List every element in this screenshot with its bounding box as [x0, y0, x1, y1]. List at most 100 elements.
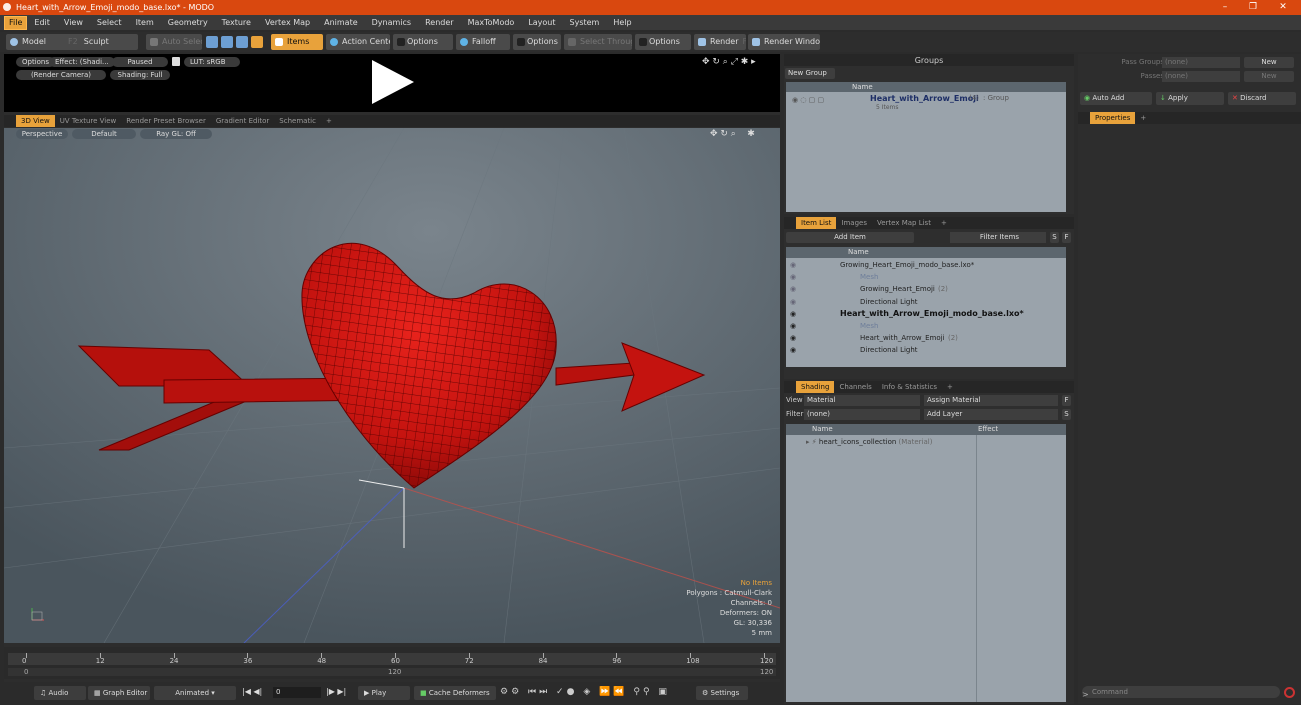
add-item-dropdown[interactable]: Add Item — [786, 232, 914, 243]
filter-f-button[interactable]: F — [1062, 232, 1071, 243]
items-mode-button[interactable]: Items — [271, 34, 323, 50]
shading-dropdown[interactable]: Shading: Full — [110, 70, 170, 80]
item-row[interactable]: ◉ Growing_Heart_Emoji (2) — [786, 283, 1066, 295]
visibility-eye-icon[interactable]: ◉ — [790, 332, 796, 344]
scene-row[interactable]: ◉ Heart_with_Arrow_Emoji_modo_base.lxo* — [786, 308, 1066, 320]
visibility-eye-icon[interactable]: ◉ — [790, 296, 796, 308]
item-row[interactable]: ◉ Heart_with_Arrow_Emoji (2) — [786, 332, 1066, 344]
menu-system[interactable]: System — [563, 15, 607, 30]
new-group-button[interactable]: New Group — [785, 68, 835, 79]
item-row[interactable]: ◉ Mesh — [786, 320, 1066, 332]
render-camera-dropdown[interactable]: (Render Camera) — [16, 70, 106, 80]
render-button[interactable]: RenderF9 — [694, 34, 746, 50]
item-row[interactable]: ◉ Mesh — [786, 271, 1066, 283]
add-layer-dropdown[interactable]: Add Layer — [924, 409, 1058, 420]
menu-layout[interactable]: Layout — [521, 15, 562, 30]
preview-paused-button[interactable]: Paused — [112, 57, 168, 67]
audio-button[interactable]: ♫ Audio — [34, 686, 86, 700]
falloff-options-button[interactable]: Options — [513, 34, 561, 50]
passes-dropdown[interactable]: (none) — [1162, 71, 1240, 82]
vertex-mode-icon[interactable] — [206, 36, 218, 48]
animated-dropdown[interactable]: Animated ▾ — [154, 686, 236, 700]
menu-animate[interactable]: Animate — [317, 15, 365, 30]
ray-gl-toggle[interactable]: Ray GL: Off — [140, 129, 212, 139]
lock-icon[interactable] — [172, 57, 180, 66]
menu-help[interactable]: Help — [606, 15, 638, 30]
tab-schematic[interactable]: Schematic — [274, 115, 321, 127]
filter-s-button[interactable]: S — [1050, 232, 1059, 243]
filter-items-field[interactable]: Filter Items — [950, 232, 1046, 243]
menu-render[interactable]: Render — [418, 15, 460, 30]
apply-button[interactable]: ↓ Apply — [1156, 92, 1224, 105]
tab-render-preset-browser[interactable]: Render Preset Browser — [121, 115, 211, 127]
menu-vertex-map[interactable]: Vertex Map — [258, 15, 317, 30]
command-input[interactable]: Command — [1082, 686, 1280, 698]
3d-viewport[interactable] — [4, 128, 780, 643]
view-dropdown[interactable]: Material — [804, 395, 920, 406]
render-window-button[interactable]: Render Window — [748, 34, 820, 50]
timeline[interactable]: 0 12 24 36 48 60 72 84 96 108 120 0 120 120 — [4, 647, 780, 679]
tab-add[interactable]: + — [1135, 112, 1151, 124]
skip-back-icons[interactable]: |◀ ◀| — [242, 687, 262, 696]
shading-s-button[interactable]: S — [1062, 409, 1071, 420]
material-mode-icon[interactable] — [251, 36, 263, 48]
tab-add[interactable]: + — [942, 381, 958, 393]
action-center-options-button[interactable]: Options — [393, 34, 453, 50]
tab-gradient-editor[interactable]: Gradient Editor — [211, 115, 274, 127]
preview-nav-icons[interactable]: ✥ ↻ ⌕ ⤢ ✱ ▸ — [702, 57, 772, 67]
tab-add[interactable]: + — [321, 115, 337, 127]
assign-material-dropdown[interactable]: Assign Material — [924, 395, 1058, 406]
new-pass-group-button[interactable]: New — [1244, 57, 1294, 68]
filter-dropdown[interactable]: (none) — [804, 409, 920, 420]
menu-select[interactable]: Select — [90, 15, 129, 30]
play-button[interactable]: ▶ Play — [358, 686, 410, 700]
record-icon[interactable] — [1284, 687, 1295, 698]
tab-info-statistics[interactable]: Info & Statistics — [877, 381, 942, 393]
default-style-dropdown[interactable]: Default — [72, 129, 136, 139]
tab-add[interactable]: + — [936, 217, 952, 229]
menu-texture[interactable]: Texture — [215, 15, 258, 30]
frame-field[interactable]: 0 — [273, 687, 321, 698]
discard-button[interactable]: ✕ Discard — [1228, 92, 1296, 105]
polygon-mode-icon[interactable] — [236, 36, 248, 48]
perspective-dropdown[interactable]: Perspective — [16, 129, 68, 139]
tab-3d-view[interactable]: 3D View — [16, 115, 55, 127]
auto-add-button[interactable]: ◉ Auto Add — [1080, 92, 1152, 105]
shader-row[interactable]: ▸ ⚡ heart_icons_collection (Material) — [786, 436, 976, 448]
action-center-button[interactable]: Action Center — [326, 34, 390, 50]
menu-maxtomodo[interactable]: MaxToModo — [461, 15, 522, 30]
cache-deformers-button[interactable]: ■ Cache Deformers — [414, 686, 496, 700]
restore-button[interactable]: ❐ — [1238, 0, 1268, 15]
preview-effect-dropdown[interactable]: Effect: (Shadi... — [49, 57, 115, 67]
tab-channels[interactable]: Channels — [834, 381, 876, 393]
skip-forward-icons[interactable]: |▶ ▶| — [326, 687, 346, 696]
visibility-eye-icon[interactable]: ◉ — [790, 344, 796, 356]
close-button[interactable]: ✕ — [1268, 0, 1298, 15]
menu-file[interactable]: File — [4, 15, 28, 30]
keyframe-tool-icons[interactable]: ⚙⚙ ⏮⏭ ✓● ◈ ⏩⏪ ⚲⚲ ▣ — [500, 687, 695, 701]
tab-uv-texture-view[interactable]: UV Texture View — [55, 115, 122, 127]
edge-mode-icon[interactable] — [221, 36, 233, 48]
settings-button[interactable]: ⚙ Settings — [696, 686, 748, 700]
pass-groups-dropdown[interactable]: (none) — [1162, 57, 1240, 68]
auto-select-button[interactable]: Auto Select — [146, 34, 202, 50]
visibility-eye-icon[interactable]: ◉ — [790, 320, 796, 332]
graph-editor-button[interactable]: ▦ Graph Editor — [88, 686, 150, 700]
falloff-button[interactable]: Falloff — [456, 34, 510, 50]
group-row[interactable]: ◉ ◌ ▢ ▢ Heart_with_Arrow_Emoji (4) : Gro… — [786, 92, 1066, 111]
viewport-nav-icons[interactable]: ✥ ↻ ⌕ ✱ — [710, 129, 774, 139]
visibility-eye-icon[interactable]: ◉ — [790, 283, 796, 295]
minimize-button[interactable]: – — [1210, 0, 1240, 15]
tab-images[interactable]: Images — [836, 217, 872, 229]
select-through-button[interactable]: Select Through — [564, 34, 632, 50]
visibility-eye-icon[interactable]: ◉ — [790, 271, 796, 283]
play-icon[interactable] — [368, 58, 416, 106]
menu-item[interactable]: Item — [129, 15, 161, 30]
visibility-eye-icon[interactable]: ◉ — [790, 308, 796, 320]
menu-geometry[interactable]: Geometry — [161, 15, 215, 30]
scene-row[interactable]: ◉ Growing_Heart_Emoji_modo_base.lxo* — [786, 259, 1066, 271]
select-through-options-button[interactable]: Options — [635, 34, 691, 50]
item-row[interactable]: ◉ Directional Light — [786, 296, 1066, 308]
lut-dropdown[interactable]: LUT: sRGB — [184, 57, 240, 67]
tab-properties[interactable]: Properties — [1090, 112, 1136, 124]
